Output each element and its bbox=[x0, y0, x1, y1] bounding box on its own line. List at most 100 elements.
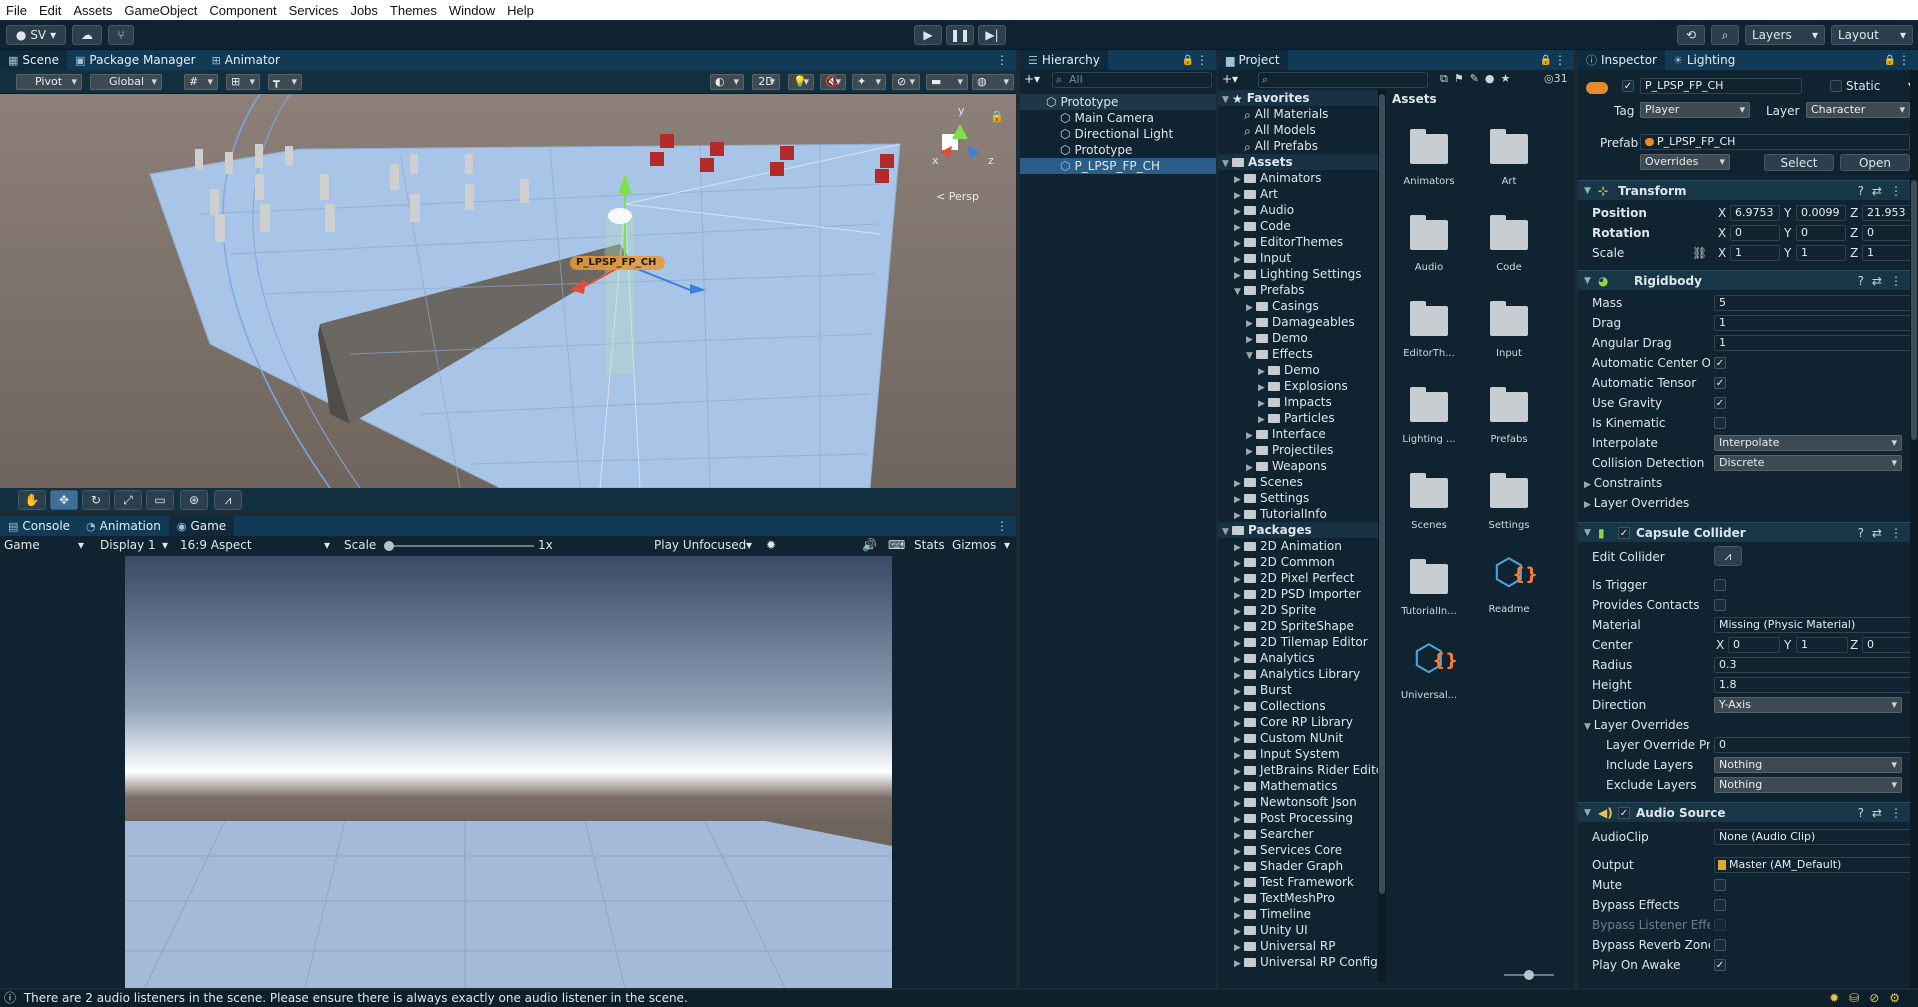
tab-console[interactable]: ▤ Console bbox=[0, 516, 78, 536]
project-tree-item[interactable]: ⌕ All Models bbox=[1218, 122, 1378, 138]
select-button[interactable]: Select bbox=[1764, 154, 1834, 171]
project-tree-item[interactable]: ▶ Universal RP Config bbox=[1218, 954, 1378, 970]
tree-scrollbar-thumb[interactable] bbox=[1379, 94, 1385, 894]
transform-tool-button[interactable]: ⊛ bbox=[180, 490, 208, 510]
rotation-z-input[interactable]: 0 bbox=[1862, 225, 1912, 241]
project-tree-item[interactable]: ⌕ All Materials bbox=[1218, 106, 1378, 122]
auto-center-checkbox[interactable]: ✓ bbox=[1714, 357, 1726, 369]
menu-services[interactable]: Services bbox=[283, 3, 345, 18]
project-tree-item[interactable]: ▶ Demo bbox=[1218, 362, 1378, 378]
rect-tool-button[interactable]: ▭ bbox=[146, 490, 174, 510]
project-tree-item[interactable]: ▶ TextMeshPro bbox=[1218, 890, 1378, 906]
tab-lighting[interactable]: ☀ Lighting bbox=[1665, 50, 1743, 70]
draw-mode-dropdown[interactable]: ◐ bbox=[710, 74, 744, 90]
tab-package-manager[interactable]: ▣ Package Manager bbox=[67, 50, 204, 70]
more-menu-icon[interactable]: ⋮ bbox=[1898, 53, 1910, 67]
undo-history-button[interactable]: ⟲ bbox=[1677, 25, 1705, 45]
menu-assets[interactable]: Assets bbox=[67, 3, 118, 18]
inspector-scrollbar[interactable] bbox=[1910, 70, 1918, 988]
project-tree-item[interactable]: ▶ Analytics bbox=[1218, 650, 1378, 666]
keyboard-icon[interactable]: ⌨ bbox=[888, 538, 905, 552]
project-tree-item[interactable]: ▶ Scenes bbox=[1218, 474, 1378, 490]
active-checkbox[interactable]: ✓ bbox=[1622, 80, 1634, 92]
asset-item[interactable]: TutorialIn... bbox=[1394, 550, 1464, 617]
audio-source-header[interactable]: ▼ ◀) ✓ Audio Source ?⇄⋮ bbox=[1578, 802, 1918, 822]
asset-item[interactable]: Audio bbox=[1394, 206, 1464, 273]
project-tree-item[interactable]: ▼ Packages bbox=[1218, 522, 1378, 538]
project-tree-item[interactable]: ▶ Services Core bbox=[1218, 842, 1378, 858]
component-menu-icons[interactable]: ?⇄⋮ bbox=[1858, 803, 1910, 823]
lock-icon[interactable]: 🔒 bbox=[1182, 55, 1194, 66]
project-tree-item[interactable]: ▶ Universal RP bbox=[1218, 938, 1378, 954]
project-tree-item[interactable]: ▶ Projectiles bbox=[1218, 442, 1378, 458]
cc-layer-overrides-foldout[interactable]: ▼ Layer Overrides bbox=[1584, 718, 1689, 732]
scale-slider-handle[interactable] bbox=[384, 541, 394, 551]
scale-y-input[interactable]: 1 bbox=[1796, 245, 1846, 261]
project-tree-item[interactable]: ▼ Effects bbox=[1218, 346, 1378, 362]
interpolate-dropdown[interactable]: Interpolate bbox=[1714, 435, 1902, 451]
height-input[interactable]: 1.8 bbox=[1714, 677, 1912, 693]
play-on-awake-checkbox[interactable]: ✓ bbox=[1714, 959, 1726, 971]
play-button[interactable]: ▶ bbox=[914, 25, 942, 45]
lock-icon[interactable]: 🔒 bbox=[1540, 55, 1552, 66]
project-tree-item[interactable]: ▶ Code bbox=[1218, 218, 1378, 234]
tab-inspector[interactable]: ⓘ Inspector bbox=[1578, 50, 1665, 70]
menu-help[interactable]: Help bbox=[501, 3, 540, 18]
more-menu-icon[interactable]: ⋮ bbox=[1196, 53, 1208, 67]
collision-detection-dropdown[interactable]: Discrete bbox=[1714, 455, 1902, 471]
project-tree-item[interactable]: ▶ Analytics Library bbox=[1218, 666, 1378, 682]
2d-toggle[interactable]: 2D bbox=[752, 74, 780, 90]
project-tree-item[interactable]: ▶ Timeline bbox=[1218, 906, 1378, 922]
status-icons[interactable]: ✹⛁⊘⚙ bbox=[1829, 990, 1910, 1007]
project-search-input[interactable]: ⌕ bbox=[1258, 72, 1428, 88]
prefab-field[interactable]: P_LPSP_FP_CH bbox=[1640, 134, 1910, 150]
use-gravity-checkbox[interactable]: ✓ bbox=[1714, 397, 1726, 409]
link-icon[interactable]: ⛓ bbox=[1692, 246, 1707, 260]
project-filter-icons[interactable]: ⧉⚑✎●★ bbox=[1440, 72, 1516, 86]
project-tree-item[interactable]: ▶ Burst bbox=[1218, 682, 1378, 698]
position-x-input[interactable]: 6.9753 bbox=[1730, 205, 1780, 221]
speaker-icon[interactable]: 🔊 bbox=[862, 538, 877, 552]
custom-tool-button[interactable]: ⩘ bbox=[214, 490, 242, 510]
capsule-enabled-checkbox[interactable]: ✓ bbox=[1618, 527, 1630, 539]
project-tree-item[interactable]: ▼ Assets bbox=[1218, 154, 1378, 170]
project-tree-item[interactable]: ▶ Impacts bbox=[1218, 394, 1378, 410]
project-tree-item[interactable]: ▶ Mathematics bbox=[1218, 778, 1378, 794]
tag-dropdown[interactable]: Player bbox=[1640, 102, 1750, 118]
project-tree-item[interactable]: ▶ Demo bbox=[1218, 330, 1378, 346]
effects-dropdown[interactable]: ✦ bbox=[852, 74, 886, 90]
project-tree-item[interactable]: ⌕ All Prefabs bbox=[1218, 138, 1378, 154]
lock-icon[interactable]: 🔒 bbox=[1884, 55, 1896, 66]
direction-dropdown[interactable]: Y-Axis bbox=[1714, 697, 1902, 713]
project-tree-item[interactable]: ▶ TutorialInfo bbox=[1218, 506, 1378, 522]
menu-edit[interactable]: Edit bbox=[33, 3, 67, 18]
position-z-input[interactable]: 21.953 bbox=[1862, 205, 1912, 221]
more-menu-icon[interactable]: ⋮ bbox=[996, 519, 1008, 533]
global-dropdown[interactable]: Global bbox=[90, 74, 162, 90]
project-tree-item[interactable]: ▶ Particles bbox=[1218, 410, 1378, 426]
tab-project[interactable]: ▆ Project bbox=[1218, 50, 1288, 70]
snap-settings-dropdown[interactable]: ┳ bbox=[268, 74, 302, 90]
drag-input[interactable]: 1 bbox=[1714, 315, 1912, 331]
move-tool-button[interactable]: ✥ bbox=[50, 490, 78, 510]
layout-dropdown[interactable]: Layout ▾ bbox=[1831, 25, 1913, 45]
asset-item[interactable]: ⬡{} Readme bbox=[1474, 550, 1544, 615]
edit-collider-button[interactable]: ⩘ bbox=[1714, 546, 1742, 566]
stats-toggle[interactable]: Stats bbox=[914, 538, 945, 552]
play-mode-dropdown[interactable]: Play Unfocused ▾ bbox=[654, 538, 758, 552]
account-dropdown[interactable]: ● SV ▾ bbox=[6, 25, 66, 45]
asset-item[interactable]: Lighting ... bbox=[1394, 378, 1464, 445]
hierarchy-item[interactable]: ⬡ Directional Light bbox=[1020, 126, 1216, 142]
status-message[interactable]: There are 2 audio listeners in the scene… bbox=[24, 991, 688, 1005]
project-tree-item[interactable]: ▶ Interface bbox=[1218, 426, 1378, 442]
asset-item[interactable]: Code bbox=[1474, 206, 1544, 273]
overrides-dropdown[interactable]: Overrides bbox=[1640, 154, 1730, 170]
layers-dropdown[interactable]: Layers ▾ bbox=[1745, 25, 1825, 45]
project-tree-item[interactable]: ▶ Casings bbox=[1218, 298, 1378, 314]
camera-dropdown[interactable]: ▬ bbox=[926, 74, 968, 90]
lock-icon[interactable]: 🔒 bbox=[990, 110, 1004, 123]
bypass-reverb-checkbox[interactable] bbox=[1714, 939, 1726, 951]
add-object-button[interactable]: +▾ bbox=[1024, 72, 1046, 86]
component-menu-icons[interactable]: ?⇄⋮ bbox=[1858, 181, 1910, 201]
tab-game[interactable]: ◉ Game bbox=[168, 516, 235, 536]
